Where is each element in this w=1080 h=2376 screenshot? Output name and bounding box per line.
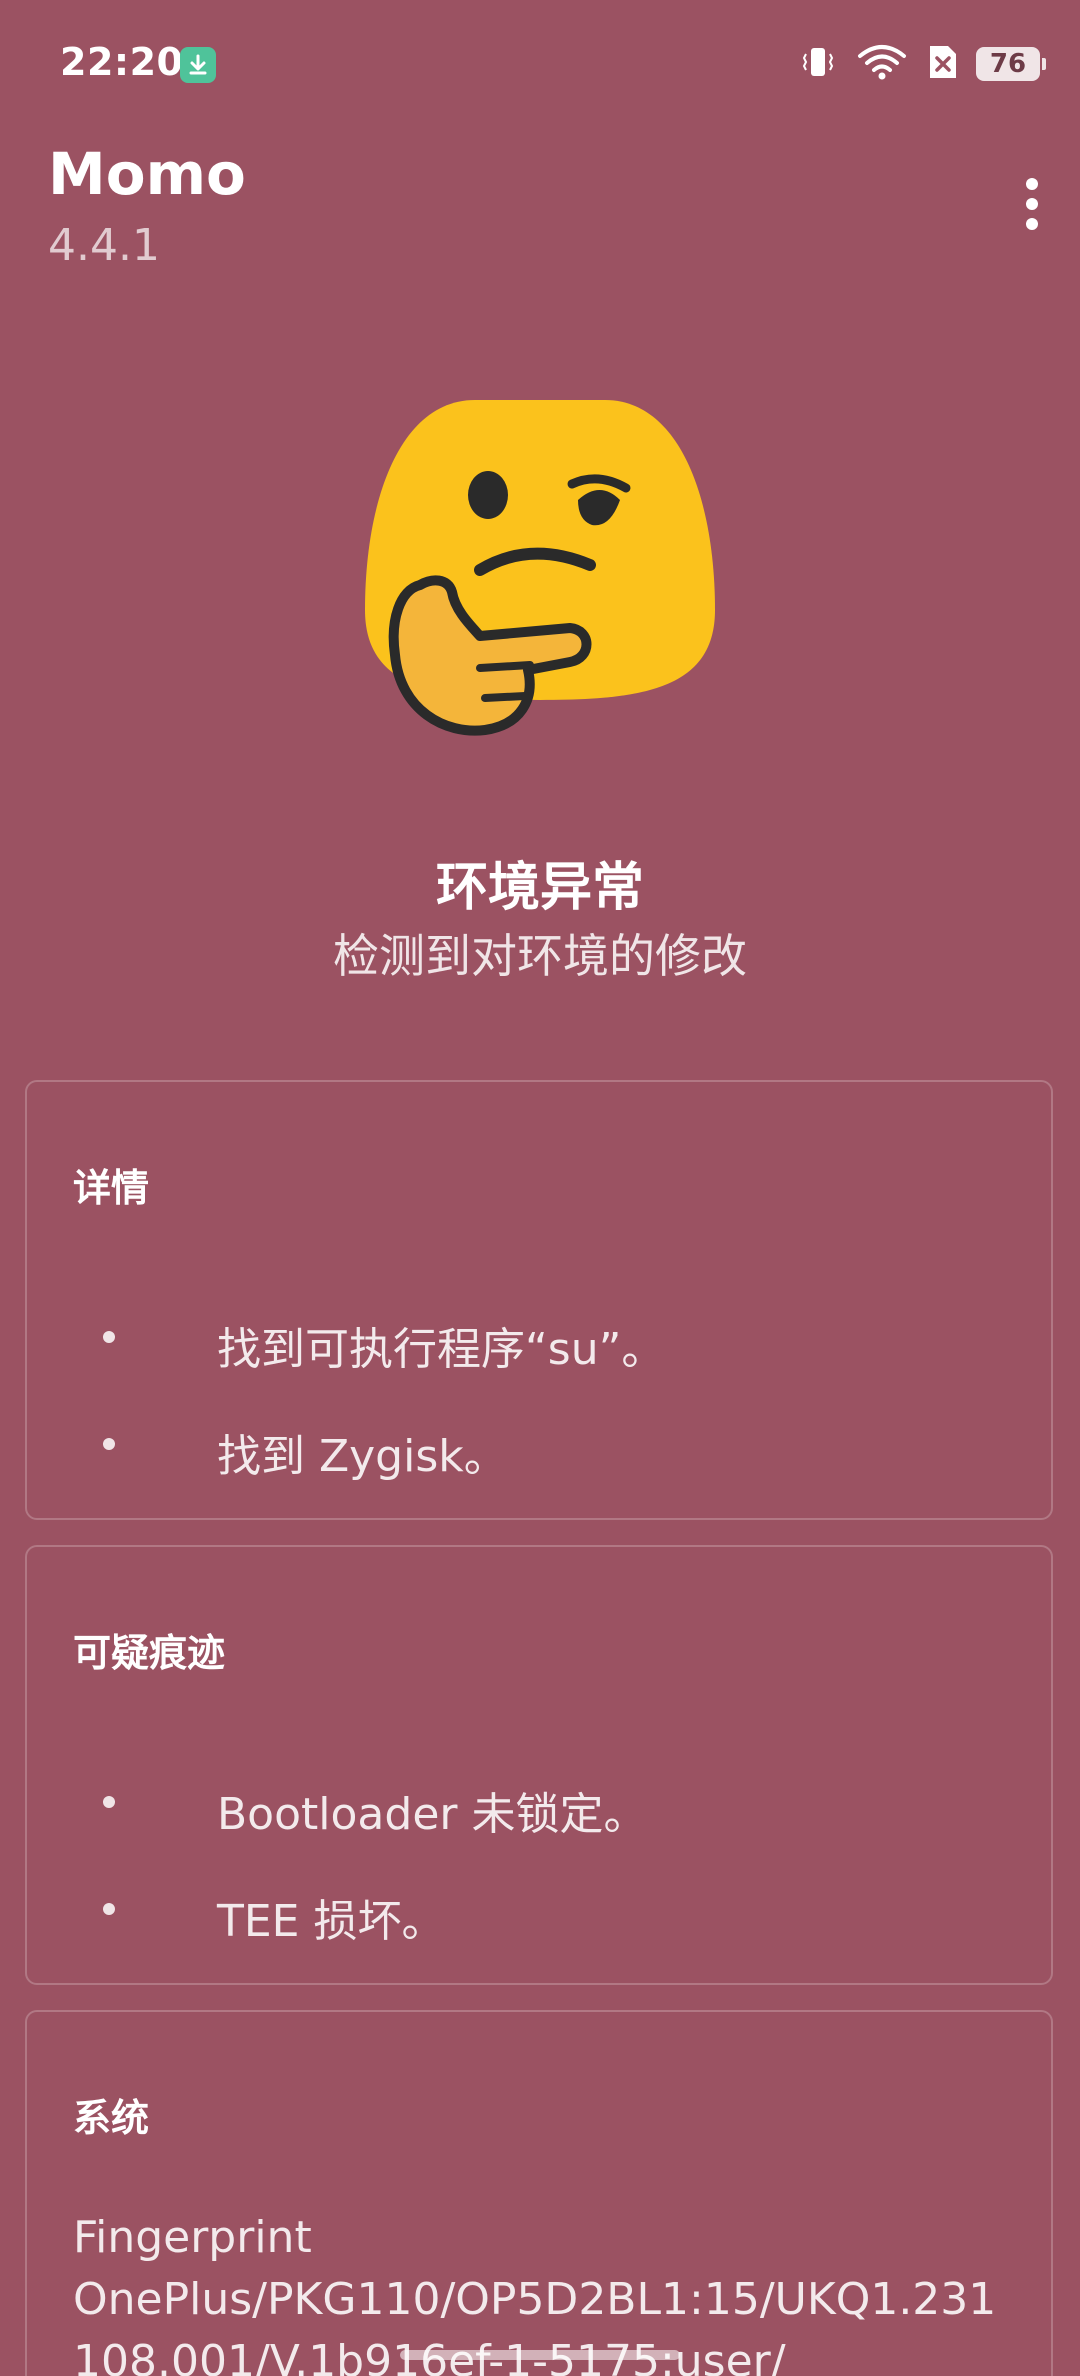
status-subline: 检测到对环境的修改 (333, 929, 747, 983)
status-bar: 22:20 76 (0, 0, 1080, 130)
list-item-text: TEE 损坏。 (217, 1896, 446, 1947)
battery-icon: 76 (976, 47, 1046, 81)
list-item: Bootloader 未锁定。 (27, 1772, 1051, 1840)
system-card: 系统 Fingerprint OnePlus/PKG110/OP5D2BL1:1… (25, 2010, 1053, 2376)
sim-error-icon (926, 42, 958, 86)
status-icons: 76 (798, 42, 1046, 86)
bullet-dot (103, 1796, 115, 1808)
more-vertical-icon[interactable] (1004, 170, 1060, 240)
fingerprint-label: Fingerprint (73, 2212, 312, 2263)
thinking-face-icon (360, 400, 720, 760)
list-item-text: 找到可执行程序“su”。 (217, 1324, 666, 1375)
app-version: 4.4.1 (48, 220, 160, 271)
list-item: TEE 损坏。 (27, 1879, 1051, 1947)
list-item: 找到 Zygisk。 (27, 1414, 1051, 1482)
app-title: Momo (48, 140, 246, 208)
wifi-icon (856, 42, 908, 86)
download-notification-icon (180, 47, 216, 83)
list-item-text: 找到 Zygisk。 (217, 1431, 508, 1482)
system-card-title: 系统 (73, 2096, 150, 2140)
status-time: 22:20 (60, 40, 184, 84)
details-card-title: 详情 (73, 1166, 150, 1210)
list-item-text: Bootloader 未锁定。 (217, 1789, 648, 1840)
bullet-dot (103, 1438, 115, 1450)
suspicious-card: 可疑痕迹 Bootloader 未锁定。 TEE 损坏。 (25, 1545, 1053, 1985)
bullet-dot (103, 1331, 115, 1343)
vibrate-icon (798, 42, 838, 86)
list-item: 找到可执行程序“su”。 (27, 1307, 1051, 1375)
details-card: 详情 找到可执行程序“su”。 找到 Zygisk。 (25, 1080, 1053, 1520)
bullet-dot (103, 1903, 115, 1915)
home-indicator[interactable] (400, 2350, 680, 2360)
suspicious-card-title: 可疑痕迹 (73, 1631, 226, 1675)
status-headline: 环境异常 (435, 858, 644, 918)
